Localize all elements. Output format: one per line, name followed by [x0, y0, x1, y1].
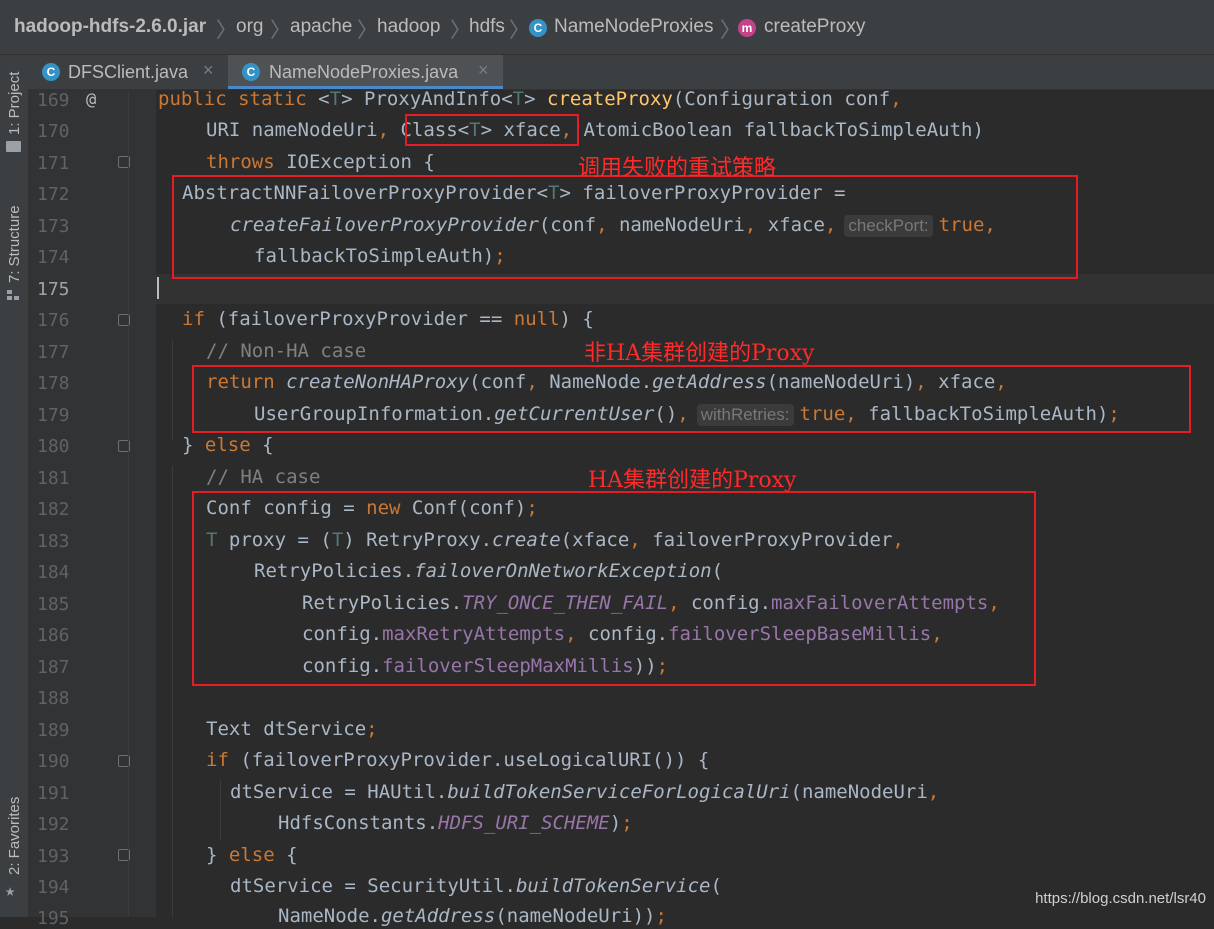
line-number: 171 [37, 153, 70, 174]
highlight-box-ha [192, 491, 1036, 686]
favorites-tool-button[interactable]: 2: Favorites [6, 797, 23, 875]
line-number: 187 [37, 657, 70, 678]
highlight-box-failover-provider [172, 175, 1078, 279]
line-number: 178 [37, 373, 70, 394]
line-number: 183 [37, 531, 70, 552]
tab-label: DFSClient.java [68, 62, 189, 82]
structure-icon [7, 290, 20, 301]
tab-label: NameNodeProxies.java [269, 62, 459, 82]
code-line-190: if (failoverProxyProvider.useLogicalURI(… [206, 749, 710, 771]
indent-guide [172, 466, 173, 917]
line-number: 185 [37, 594, 70, 615]
text-caret [157, 277, 159, 299]
line-number: 173 [37, 216, 70, 237]
indent-guide [220, 780, 221, 840]
breadcrumb-apache[interactable]: apache [290, 16, 352, 38]
code-line-192: HdfsConstants.HDFS_URI_SCHEME); [278, 812, 633, 834]
line-number: 174 [37, 247, 70, 268]
watermark: https://blog.csdn.net/lsr40 [1035, 890, 1206, 907]
line-number: 169 [37, 90, 70, 111]
structure-tool-button[interactable]: 7: Structure [6, 205, 23, 283]
tool-window-bar: 1: Project 7: Structure ★ 2: Favorites [0, 55, 29, 917]
breadcrumb-separator: 〉 [216, 19, 237, 42]
code-line-194: dtService = SecurityUtil.buildTokenServi… [230, 875, 722, 897]
line-number: 181 [37, 468, 70, 489]
line-number: 192 [37, 814, 70, 835]
code-line-171: throws IOException { [206, 151, 435, 173]
method-icon: m [738, 19, 756, 37]
line-number: 193 [37, 846, 70, 867]
breadcrumb-jar[interactable]: hadoop-hdfs-2.6.0.jar [14, 16, 206, 38]
class-icon: C [42, 63, 60, 81]
line-number: 179 [37, 405, 70, 426]
code-line-189: Text dtService; [206, 718, 378, 740]
close-icon[interactable]: × [478, 60, 489, 81]
breadcrumb-separator: 〉 [509, 19, 530, 42]
line-number: 186 [37, 625, 70, 646]
indent-guide [172, 340, 173, 440]
breadcrumb-method[interactable]: createProxy [764, 16, 865, 38]
code-line-193: } else { [206, 844, 298, 866]
code-line-181: // HA case [206, 466, 321, 488]
code-line-191: dtService = HAUtil.buildTokenServiceForL… [230, 781, 940, 803]
line-number: 190 [37, 751, 70, 772]
class-icon: C [529, 19, 547, 37]
breadcrumb-hdfs[interactable]: hdfs [469, 16, 505, 38]
breadcrumb-separator: 〉 [270, 19, 291, 42]
line-number: 194 [37, 877, 70, 898]
editor-tabs: C DFSClient.java × C NameNodeProxies.jav… [28, 55, 1214, 90]
line-number: 188 [37, 688, 70, 709]
code-line-170: URI nameNodeUri, Class<T> xface, AtomicB… [206, 119, 984, 141]
line-number: 176 [37, 310, 70, 331]
breadcrumb: hadoop-hdfs-2.6.0.jar 〉 org 〉 apache 〉 h… [0, 0, 1214, 55]
line-number: 170 [37, 121, 70, 142]
line-number: 177 [37, 342, 70, 363]
annotation-non-ha-proxy: 非HA集群创建的Proxy [584, 341, 815, 366]
annotation-retry-policy: 调用失败的重试策略 [578, 156, 777, 181]
breadcrumb-separator: 〉 [357, 19, 378, 42]
code-line-176: if (failoverProxyProvider == null) { [182, 308, 594, 330]
line-number: 180 [37, 436, 70, 457]
line-number: 191 [37, 783, 70, 804]
project-tool-button[interactable]: 1: Project [6, 72, 23, 135]
code-line-180: } else { [182, 434, 274, 456]
line-number: 184 [37, 562, 70, 583]
breadcrumb-hadoop[interactable]: hadoop [377, 16, 440, 38]
annotation-ha-proxy: HA集群创建的Proxy [588, 468, 797, 493]
line-number: 182 [37, 499, 70, 520]
folder-icon [6, 141, 21, 152]
highlight-box-xface [405, 114, 579, 146]
close-icon[interactable]: × [203, 60, 214, 81]
code-line-169: public static <T> ProxyAndInfo<T> create… [158, 88, 902, 110]
line-number: 172 [37, 184, 70, 205]
breadcrumb-org[interactable]: org [236, 16, 263, 38]
line-number: 195 [37, 908, 70, 929]
highlight-box-non-ha [192, 365, 1191, 433]
code-line-177: // Non-HA case [206, 340, 367, 362]
tab-dfsclient[interactable]: C DFSClient.java × [28, 55, 225, 89]
override-gutter-icon[interactable]: @ [86, 90, 96, 110]
tab-namenodeproxies[interactable]: C NameNodeProxies.java × [228, 55, 503, 89]
star-icon: ★ [5, 881, 16, 901]
class-icon: C [242, 63, 260, 81]
code-line-195: NameNode.getAddress(nameNodeUri)); [278, 905, 667, 927]
line-number: 175 [37, 279, 70, 300]
line-number: 189 [37, 720, 70, 741]
breadcrumb-class[interactable]: NameNodeProxies [554, 16, 713, 38]
breadcrumb-separator: 〉 [450, 19, 471, 42]
indent-guide [128, 92, 129, 917]
